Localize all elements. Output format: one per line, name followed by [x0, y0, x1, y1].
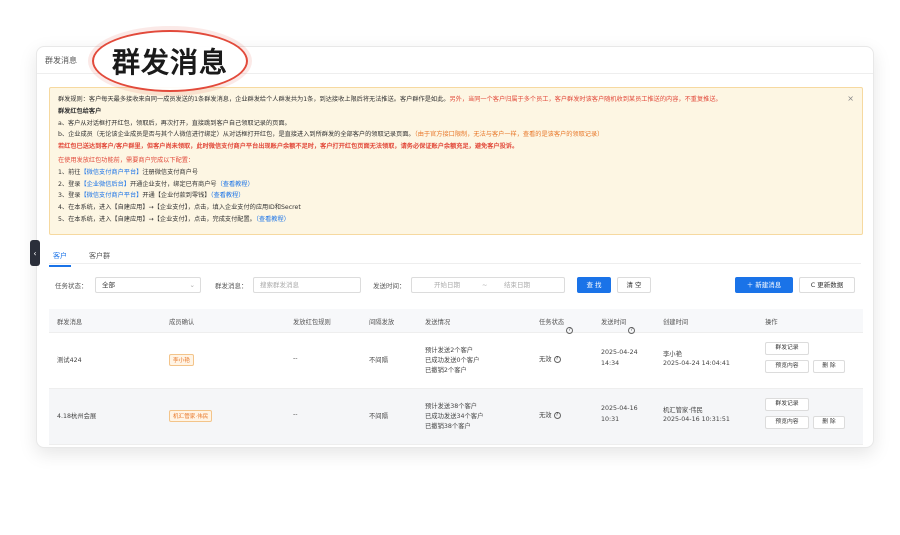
rule-cell: -- — [293, 411, 298, 418]
config-step: 2、登录【企业微信后台】开通企业支付，绑定已有商户号（查看教程） — [58, 180, 254, 188]
send-records-button[interactable]: 群发记录 — [765, 398, 809, 411]
member-tag: 机汇管家·伟民 — [169, 410, 213, 422]
col-rule: 发放红包规则 — [293, 319, 331, 326]
search-button[interactable]: 查 找 — [577, 277, 611, 293]
notice-item-b: b、企业成员（无论该企业成员是否与其个人微信进行绑定）从对话框打开红包，是直接进… — [58, 131, 604, 139]
col-created: 创建时间 — [663, 319, 689, 326]
status-select[interactable]: 全部 ⌄ — [95, 277, 201, 293]
preview-button[interactable]: 预览内容 — [765, 416, 809, 429]
delete-button[interactable]: 删 除 — [813, 360, 845, 373]
end-date-input[interactable]: 结束日期 — [504, 278, 530, 292]
config-step: 4、在本系统，进入【自建应用】→【企业支付】，点击，填入企业支付的应用ID和Se… — [58, 204, 301, 212]
col-task-status: 任务状态? — [539, 317, 574, 334]
range-separator: ~ — [482, 281, 488, 289]
table-row: 测试424 李小艳 -- 不间隔 预计发送2个客户 已成功发送0个客户 已撤销2… — [49, 333, 863, 389]
send-date: 2025-04-24 — [601, 349, 638, 356]
message-name: 4.18杭州会展 — [57, 413, 97, 420]
tab-customer-groups[interactable]: 客户群 — [85, 247, 114, 267]
tutorial-link[interactable]: （查看教程） — [217, 181, 254, 188]
send-time: 14:34 — [601, 360, 620, 367]
creator: 李小艳 — [663, 351, 682, 358]
merchant-platform-link[interactable]: 【微信支付商户平台】 — [81, 169, 143, 176]
send-time: 10:31 — [601, 416, 620, 423]
notice-warning: 若红包已送达到客户/客户群里，但客户尚未领取，此时微信支付商户平台出现账户余额不… — [58, 143, 519, 151]
page-title: 群发消息 — [45, 56, 77, 65]
col-send-time: 发送时间? — [601, 317, 636, 334]
notice-heading: 群发红包给客户 — [58, 107, 102, 115]
title-stamp: 群发消息 — [92, 30, 248, 92]
help-icon[interactable]: ? — [553, 355, 561, 363]
message-label: 群发消息： — [215, 282, 248, 290]
interval-cell: 不间隔 — [369, 413, 388, 420]
refresh-button[interactable]: C 更新数据 — [799, 277, 855, 293]
col-member: 成员确认 — [169, 319, 195, 326]
filter-bar: 任务状态： 全部 ⌄ 群发消息： 搜索群发消息 发送时间： 开始日期 ~ 结束日… — [55, 277, 865, 295]
notice-config-intro: 在使用发放红包功能前，需要商户完成以下配置： — [58, 156, 195, 164]
preview-button[interactable]: 预览内容 — [765, 360, 809, 373]
status-label: 任务状态： — [55, 282, 88, 290]
col-message: 群发消息 — [57, 319, 83, 326]
help-icon[interactable]: ? — [553, 411, 561, 419]
col-send-status: 发送情况 — [425, 319, 451, 326]
message-name: 测试424 — [57, 357, 82, 364]
sidebar-collapse-toggle[interactable]: ‹ — [30, 240, 40, 266]
tutorial-link[interactable]: （查看教程） — [256, 216, 290, 223]
clear-button[interactable]: 清 空 — [617, 277, 651, 293]
table-header: 群发消息 成员确认 发放红包规则 间隔发放 发送情况 任务状态? 发送时间? 创… — [49, 309, 863, 334]
wecom-admin-link[interactable]: 【企业微信后台】 — [81, 181, 131, 188]
tab-customers[interactable]: 客户 — [49, 247, 71, 267]
message-search-input[interactable]: 搜索群发消息 — [253, 277, 361, 293]
created-time: 2025-04-24 14:04:41 — [663, 360, 730, 367]
tab-bar: 客户 客户群 — [49, 247, 114, 267]
config-step: 3、登录【微信支付商户平台】开通【企业付款到零钱】（查看教程） — [58, 192, 245, 200]
divider — [49, 263, 861, 264]
revoked-count: 已撤销38个客户 — [425, 423, 471, 430]
chevron-down-icon: ⌄ — [189, 281, 195, 289]
member-tag: 李小艳 — [169, 354, 194, 366]
revoked-count: 已撤销2个客户 — [425, 367, 467, 374]
created-time: 2025-04-16 10:31:51 — [663, 416, 730, 423]
interval-cell: 不间隔 — [369, 357, 388, 364]
col-actions: 操作 — [765, 319, 778, 326]
merchant-platform-link[interactable]: 【微信支付商户平台】 — [81, 192, 143, 199]
time-label: 发送时间： — [373, 282, 406, 290]
config-step: 5、在本系统，进入【自建应用】→【企业支付】，点击，完成支付配置。（查看教程） — [58, 215, 290, 223]
sent-count: 已成功发送34个客户 — [425, 413, 484, 420]
rules-notice: × 群发规则：客户每天最多接收来自同一成员发送的1条群发消息，企业群发给个人群发… — [49, 87, 863, 235]
date-range-picker[interactable]: 开始日期 ~ 结束日期 — [411, 277, 565, 293]
notice-item-a: a、客户从对话框打开红包，领取后，再次打开，直接跳到客户自己领取记录的页面。 — [58, 119, 291, 127]
status-cell: 无效? — [539, 354, 561, 363]
rule-cell: -- — [293, 355, 298, 362]
sent-count: 已成功发送0个客户 — [425, 357, 480, 364]
expected-count: 预计发送38个客户 — [425, 403, 478, 410]
start-date-input[interactable]: 开始日期 — [434, 278, 460, 292]
notice-rule-line: 群发规则：客户每天最多接收来自同一成员发送的1条群发消息，企业群发给个人群发共为… — [58, 96, 722, 103]
table-row: 4.18杭州会展 机汇管家·伟民 -- 不间隔 预计发送38个客户 已成功发送3… — [49, 389, 863, 445]
creator: 机汇管家·伟民 — [663, 407, 703, 414]
new-message-button[interactable]: ＋ 新建消息 — [735, 277, 793, 293]
send-date: 2025-04-16 — [601, 405, 638, 412]
expected-count: 预计发送2个客户 — [425, 347, 474, 354]
close-icon[interactable]: × — [847, 93, 854, 105]
col-interval: 间隔发放 — [369, 319, 395, 326]
send-records-button[interactable]: 群发记录 — [765, 342, 809, 355]
tutorial-link[interactable]: （查看教程） — [210, 192, 244, 199]
main-card: 群发消息 × 群发规则：客户每天最多接收来自同一成员发送的1条群发消息，企业群发… — [36, 46, 874, 448]
delete-button[interactable]: 删 除 — [813, 416, 845, 429]
config-step: 1、前往【微信支付商户平台】注册微信支付商户号 — [58, 168, 199, 176]
messages-table: 群发消息 成员确认 发放红包规则 间隔发放 发送情况 任务状态? 发送时间? 创… — [49, 309, 863, 445]
status-cell: 无效? — [539, 410, 561, 419]
